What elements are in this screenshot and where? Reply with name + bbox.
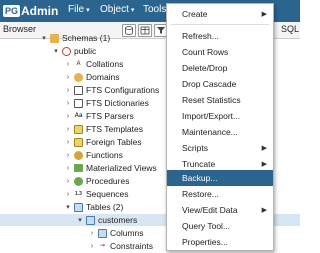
tree-label: public bbox=[74, 46, 97, 56]
menu-item-refresh[interactable]: Refresh... bbox=[167, 28, 273, 44]
menu-item-view-edit-data[interactable]: View/Edit Data ▶ bbox=[167, 202, 273, 218]
tree-expand-icon[interactable]: › bbox=[64, 165, 72, 172]
tree-label: Materialized Views bbox=[86, 163, 157, 173]
menu-item-properties[interactable]: Properties... bbox=[167, 234, 273, 250]
chevron-down-icon: ▾ bbox=[130, 6, 135, 14]
tree-expand-icon[interactable]: › bbox=[64, 113, 72, 120]
menu-item-label: Drop Cascade bbox=[182, 79, 237, 89]
tree-expand-icon[interactable]: › bbox=[64, 191, 72, 198]
tree-expand-icon[interactable]: › bbox=[88, 230, 96, 237]
menu-item-count-rows[interactable]: Count Rows bbox=[167, 44, 273, 60]
menu-tools-label: Tools bbox=[143, 4, 167, 15]
procedures-icon bbox=[74, 176, 83, 186]
materialized-views-icon bbox=[74, 164, 83, 172]
columns-icon bbox=[98, 228, 107, 238]
menu-item-label: Delete/Drop bbox=[182, 63, 228, 73]
tree-label: Foreign Tables bbox=[86, 137, 142, 147]
collations-icon: A bbox=[76, 60, 81, 67]
menu-item-label: Reset Statistics bbox=[182, 95, 241, 105]
menu-item-label: Properties... bbox=[182, 237, 228, 247]
menu-file[interactable]: File ▾ bbox=[68, 4, 90, 15]
menu-item-scripts[interactable]: Scripts ▶ bbox=[167, 140, 273, 156]
menu-tools[interactable]: Tools bbox=[143, 4, 166, 15]
menu-item-label: Create bbox=[182, 9, 208, 19]
chevron-right-icon: ▶ bbox=[261, 161, 267, 168]
chevron-right-icon: ▶ bbox=[261, 145, 267, 152]
menu-item-backup[interactable]: Backup... bbox=[167, 170, 273, 186]
tree-expand-icon[interactable]: › bbox=[64, 61, 72, 68]
tree-label: Schemas (1) bbox=[62, 33, 111, 43]
tree-expand-icon[interactable]: ▾ bbox=[64, 203, 72, 211]
menu-item-reset-statistics[interactable]: Reset Statistics bbox=[167, 92, 273, 108]
tree-label: Tables (2) bbox=[86, 202, 124, 212]
menu-item-label: Query Tool... bbox=[182, 221, 231, 231]
chevron-right-icon: ▶ bbox=[261, 11, 267, 18]
tree-expand-icon[interactable]: ▾ bbox=[52, 47, 60, 55]
logo-admin: Admin bbox=[21, 4, 59, 18]
menu-item-label: Count Rows bbox=[182, 47, 229, 57]
tree-label: Procedures bbox=[86, 176, 130, 186]
menu-item-query-tool[interactable]: Query Tool... bbox=[167, 218, 273, 234]
tree-label: FTS Parsers bbox=[86, 111, 134, 121]
menu-item-label: Scripts bbox=[182, 143, 208, 153]
menu-item-label: Backup... bbox=[182, 173, 218, 183]
tree-label: Domains bbox=[86, 72, 120, 82]
tree-expand-icon[interactable]: › bbox=[64, 139, 72, 146]
tree-label: Columns bbox=[110, 228, 144, 238]
tree-expand-icon[interactable]: › bbox=[64, 152, 72, 159]
menu-item-label: Truncate bbox=[182, 159, 216, 169]
menu-item-import-export[interactable]: Import/Export... bbox=[167, 108, 273, 124]
menu-item-label: Refresh... bbox=[182, 31, 219, 41]
tree-expand-icon[interactable]: › bbox=[88, 243, 96, 250]
sequences-icon: 1.3 bbox=[75, 190, 82, 197]
menu-item-maintenance[interactable]: Maintenance... bbox=[167, 124, 273, 140]
pgadmin-logo: PG Admin bbox=[3, 3, 58, 19]
tree-expand-icon[interactable]: ▾ bbox=[76, 216, 84, 224]
functions-icon bbox=[74, 150, 83, 160]
tree-label: Sequences bbox=[86, 189, 129, 199]
schemas-icon bbox=[50, 33, 59, 43]
tree-label: customers bbox=[98, 215, 138, 225]
domains-icon bbox=[74, 72, 83, 82]
tree-label: Constraints bbox=[110, 241, 153, 251]
chevron-down-icon: ▾ bbox=[86, 6, 90, 14]
tree-expand-icon[interactable]: › bbox=[64, 87, 72, 94]
menu-item-drop-cascade[interactable]: Drop Cascade bbox=[167, 76, 273, 92]
tables-icon bbox=[74, 202, 83, 212]
fts-dictionaries-icon bbox=[74, 98, 83, 108]
menu-item-delete-drop[interactable]: Delete/Drop bbox=[167, 60, 273, 76]
table-icon bbox=[86, 215, 95, 225]
menu-item-restore[interactable]: Restore... bbox=[167, 186, 273, 202]
context-menu: Create ▶ Refresh... Count Rows Delete/Dr… bbox=[166, 3, 274, 251]
menu-object-label: Object bbox=[100, 4, 129, 15]
menu-item-label: Restore... bbox=[182, 189, 219, 199]
tree-label: Functions bbox=[86, 150, 123, 160]
menu-item-label: Import/Export... bbox=[182, 111, 241, 121]
fts-configurations-icon bbox=[74, 85, 83, 95]
tree-expand-icon[interactable]: › bbox=[64, 74, 72, 81]
menu-item-create[interactable]: Create ▶ bbox=[167, 6, 273, 22]
tree-expand-icon[interactable]: › bbox=[64, 126, 72, 133]
logo-pg: PG bbox=[3, 5, 21, 17]
menu-object[interactable]: Object ▾ bbox=[100, 4, 134, 15]
menu-file-label: File bbox=[68, 4, 85, 15]
menu-item-label: Maintenance... bbox=[182, 127, 238, 137]
foreign-tables-icon bbox=[74, 137, 83, 147]
menu-item-label: View/Edit Data bbox=[182, 205, 238, 215]
menu-divider bbox=[171, 24, 269, 25]
tree-expand-icon[interactable]: › bbox=[64, 178, 72, 185]
tree-label: FTS Configurations bbox=[86, 85, 160, 95]
tree-expand-icon[interactable]: › bbox=[64, 100, 72, 107]
fts-parsers-icon: Aa bbox=[74, 112, 83, 119]
tree-label: Collations bbox=[86, 59, 124, 69]
constraints-icon: ⇾ bbox=[99, 242, 106, 249]
tree-expand-icon[interactable]: ▾ bbox=[40, 34, 48, 42]
tree-label: FTS Templates bbox=[86, 124, 144, 134]
tree-label: FTS Dictionaries bbox=[86, 98, 149, 108]
chevron-right-icon: ▶ bbox=[261, 207, 267, 214]
fts-templates-icon bbox=[74, 124, 83, 134]
schema-icon bbox=[62, 46, 71, 56]
